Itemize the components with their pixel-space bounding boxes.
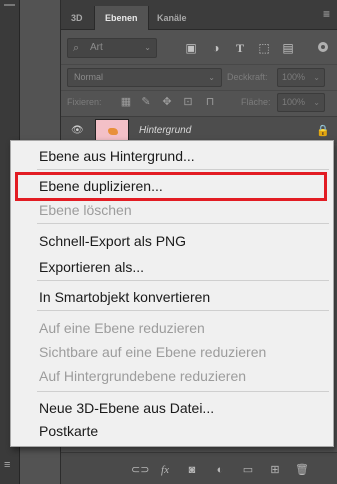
new-layer-icon[interactable]: ⊞	[268, 463, 282, 477]
lock-artboard-icon[interactable]: ⊡	[181, 95, 195, 109]
menu-separator	[37, 223, 329, 224]
filter-kind-value: Art	[90, 42, 103, 53]
trash-icon[interactable]: 🗑	[295, 463, 309, 477]
strip-menu-icon[interactable]: ≡	[4, 460, 16, 471]
lock-image-icon[interactable]: ✎	[139, 95, 153, 109]
layer-context-menu: Ebene aus Hintergrund... Ebene duplizier…	[10, 140, 334, 447]
fill-label: Fläche:	[241, 97, 271, 107]
lock-icon[interactable]: 🔒	[316, 124, 330, 137]
fill-field[interactable]: 100% ⌄	[277, 93, 325, 112]
chevron-down-icon: ⌄	[144, 43, 151, 52]
blend-mode-value: Normal	[74, 72, 104, 82]
blend-row: Normal ⌄ Deckkraft: 100% ⌄	[61, 64, 337, 88]
lock-transparent-icon[interactable]: ▦	[119, 95, 133, 109]
tab-channels[interactable]: Kanäle	[147, 6, 197, 30]
chevron-down-icon: ⌄	[313, 73, 320, 82]
filter-toggle-icon[interactable]	[318, 42, 328, 52]
lock-label: Fixieren:	[67, 97, 102, 107]
lock-position-icon[interactable]: ✥	[160, 95, 174, 109]
tab-3d[interactable]: 3D	[61, 6, 93, 30]
chevron-down-icon: ⌄	[208, 73, 215, 82]
blend-mode-select[interactable]: Normal ⌄	[67, 68, 222, 87]
menu-item-postcard[interactable]: Postkarte	[11, 421, 333, 441]
thumbnail-shape	[108, 128, 118, 135]
opacity-value: 100%	[282, 72, 306, 82]
fx-icon[interactable]: fx	[158, 463, 172, 477]
menu-item-merge-visible: Sichtbare auf eine Ebene reduzieren	[39, 344, 267, 360]
filter-kind-select[interactable]: ⌕ Art ⌄	[67, 38, 157, 58]
menu-item-merge-down: Auf eine Ebene reduzieren	[39, 320, 205, 336]
menu-separator	[37, 169, 329, 170]
menu-item-flatten-image: Auf Hintergrundebene reduzieren	[39, 368, 247, 384]
adjustment-filter-icon[interactable]: ◑	[209, 41, 223, 55]
menu-item-convert-smart-object[interactable]: In Smartobjekt konvertieren	[11, 287, 333, 307]
tab-layers[interactable]: Ebenen	[94, 6, 149, 30]
chevron-down-icon: ⌄	[313, 98, 320, 107]
type-filter-icon[interactable]: T	[233, 41, 247, 55]
menu-item-delete-layer: Ebene löschen	[39, 202, 132, 218]
image-filter-icon[interactable]: ▣	[184, 41, 198, 55]
menu-separator	[37, 280, 329, 281]
menu-separator	[37, 391, 329, 392]
menu-separator	[37, 310, 329, 311]
panel-tabs: 3D Ebenen Kanäle ≡	[61, 0, 337, 30]
opacity-field[interactable]: 100% ⌄	[277, 68, 325, 87]
menu-item-duplicate-layer[interactable]: Ebene duplizieren...	[11, 176, 333, 196]
menu-item-layer-from-background[interactable]: Ebene aus Hintergrund...	[11, 146, 333, 166]
menu-item-export-as[interactable]: Exportieren als...	[11, 257, 333, 277]
fill-value: 100%	[282, 97, 306, 107]
group-folder-icon[interactable]: ▭	[241, 463, 255, 477]
menu-item-quick-export-png[interactable]: Schnell-Export als PNG	[11, 231, 333, 251]
smartobject-filter-icon[interactable]: ▤	[281, 41, 295, 55]
layer-name[interactable]: Hintergrund	[139, 125, 191, 136]
filter-row: ⌕ Art ⌄ ▣ ◑ T ⬚ ▤	[61, 34, 337, 62]
search-icon: ⌕	[73, 42, 80, 54]
strip-grip	[4, 4, 15, 6]
opacity-label: Deckkraft:	[227, 72, 268, 82]
hamburger-icon[interactable]: ≡	[323, 8, 330, 20]
link-icon[interactable]: ⊂⊃	[131, 463, 149, 477]
layers-bottom-bar: ⊂⊃ fx ◙ ◐ ▭ ⊞ 🗑	[61, 452, 337, 484]
shape-filter-icon[interactable]: ⬚	[257, 41, 271, 55]
lock-row: Fixieren: ▦ ✎ ✥ ⊡ ⊓ Fläche: 100% ⌄	[61, 90, 337, 114]
adjustment-icon[interactable]: ◐	[213, 463, 227, 477]
mask-icon[interactable]: ◙	[185, 463, 199, 477]
menu-item-new-3d-layer[interactable]: Neue 3D-Ebene aus Datei...	[11, 398, 333, 418]
eye-icon[interactable]: 👁	[71, 125, 84, 136]
lock-all-icon[interactable]: ⊓	[203, 95, 217, 109]
